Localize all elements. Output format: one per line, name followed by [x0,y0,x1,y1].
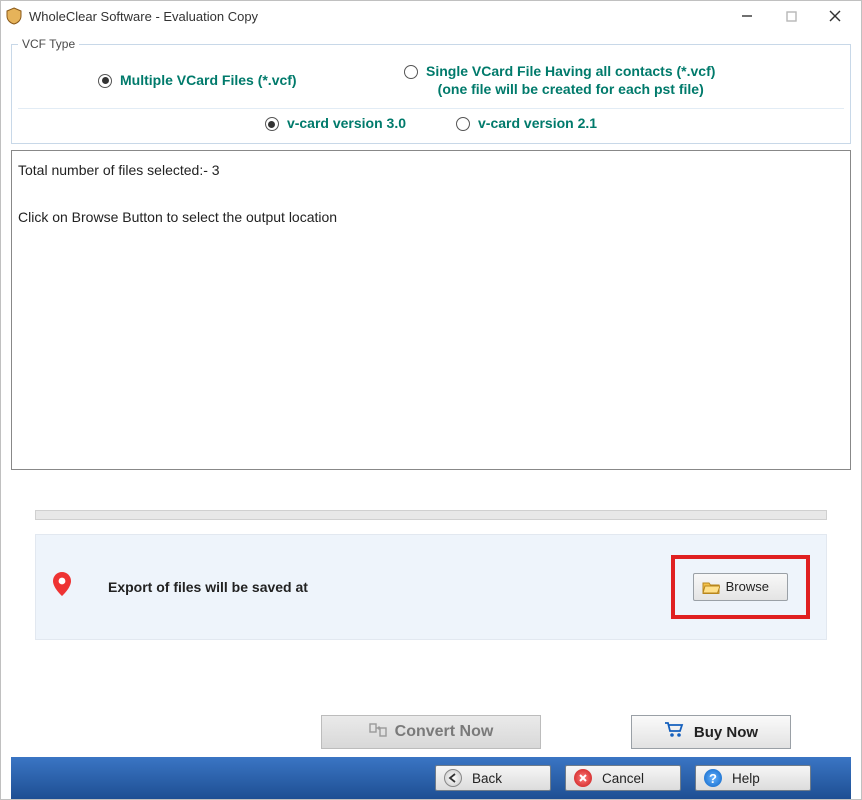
radio-empty-icon [456,117,470,131]
radio-single-label-line1: Single VCard File Having all contacts (*… [426,63,715,79]
browse-button-label: Browse [726,579,769,594]
app-window: WholeClear Software - Evaluation Copy VC… [0,0,862,800]
convert-now-button[interactable]: Convert Now [321,715,541,749]
cancel-button-label: Cancel [602,771,644,786]
radio-vcard-21[interactable]: v-card version 2.1 [456,115,597,133]
radio-empty-icon [404,65,418,79]
radio-v30-label: v-card version 3.0 [287,115,406,133]
back-button-label: Back [472,771,502,786]
buy-now-label: Buy Now [694,724,758,741]
export-location-label: Export of files will be saved at [108,579,671,595]
status-output: Total number of files selected:- 3 Click… [11,150,851,470]
convert-icon [369,722,387,743]
folder-open-icon [702,580,720,594]
radio-multiple-vcard[interactable]: Multiple VCard Files (*.vcf) [98,72,297,90]
cart-icon [664,722,684,742]
files-selected-line: Total number of files selected:- 3 [18,159,844,183]
close-button[interactable] [813,2,857,30]
browse-button[interactable]: Browse [693,573,788,601]
content-area: VCF Type Multiple VCard Files (*.vcf) Si… [1,31,861,799]
progress-bar [35,510,827,520]
maximize-button[interactable] [769,2,813,30]
vcf-type-legend: VCF Type [18,37,79,51]
radio-multiple-label: Multiple VCard Files (*.vcf) [120,72,297,90]
help-question-icon: ? [704,769,722,787]
app-icon [5,7,23,25]
location-pin-icon [52,572,72,601]
back-arrow-icon [444,769,462,787]
radio-single-label-line2: (one file will be created for each pst f… [438,81,704,97]
browse-highlight-box: Browse [671,555,810,619]
minimize-button[interactable] [725,2,769,30]
radio-single-vcard[interactable]: Single VCard File Having all contacts (*… [404,63,804,98]
radio-dot-icon [98,74,112,88]
action-row: Convert Now Buy Now [11,711,851,757]
help-button-label: Help [732,771,760,786]
window-title: WholeClear Software - Evaluation Copy [29,9,725,24]
cancel-button[interactable]: Cancel [565,765,681,791]
radio-vcard-30[interactable]: v-card version 3.0 [265,115,406,133]
instruction-line: Click on Browse Button to select the out… [18,206,844,230]
help-button[interactable]: ? Help [695,765,811,791]
convert-now-label: Convert Now [395,723,494,741]
back-button[interactable]: Back [435,765,551,791]
title-bar: WholeClear Software - Evaluation Copy [1,1,861,31]
buy-now-button[interactable]: Buy Now [631,715,791,749]
radio-v21-label: v-card version 2.1 [478,115,597,133]
export-location-panel: Export of files will be saved at Browse [35,534,827,640]
files-selected-prefix: Total number of files selected:- [18,162,212,178]
vcf-type-group: VCF Type Multiple VCard Files (*.vcf) Si… [11,37,851,144]
radio-dot-icon [265,117,279,131]
bottom-nav-bar: Back Cancel ? Help [11,757,851,799]
files-selected-count: 3 [212,162,220,178]
cancel-x-icon [574,769,592,787]
